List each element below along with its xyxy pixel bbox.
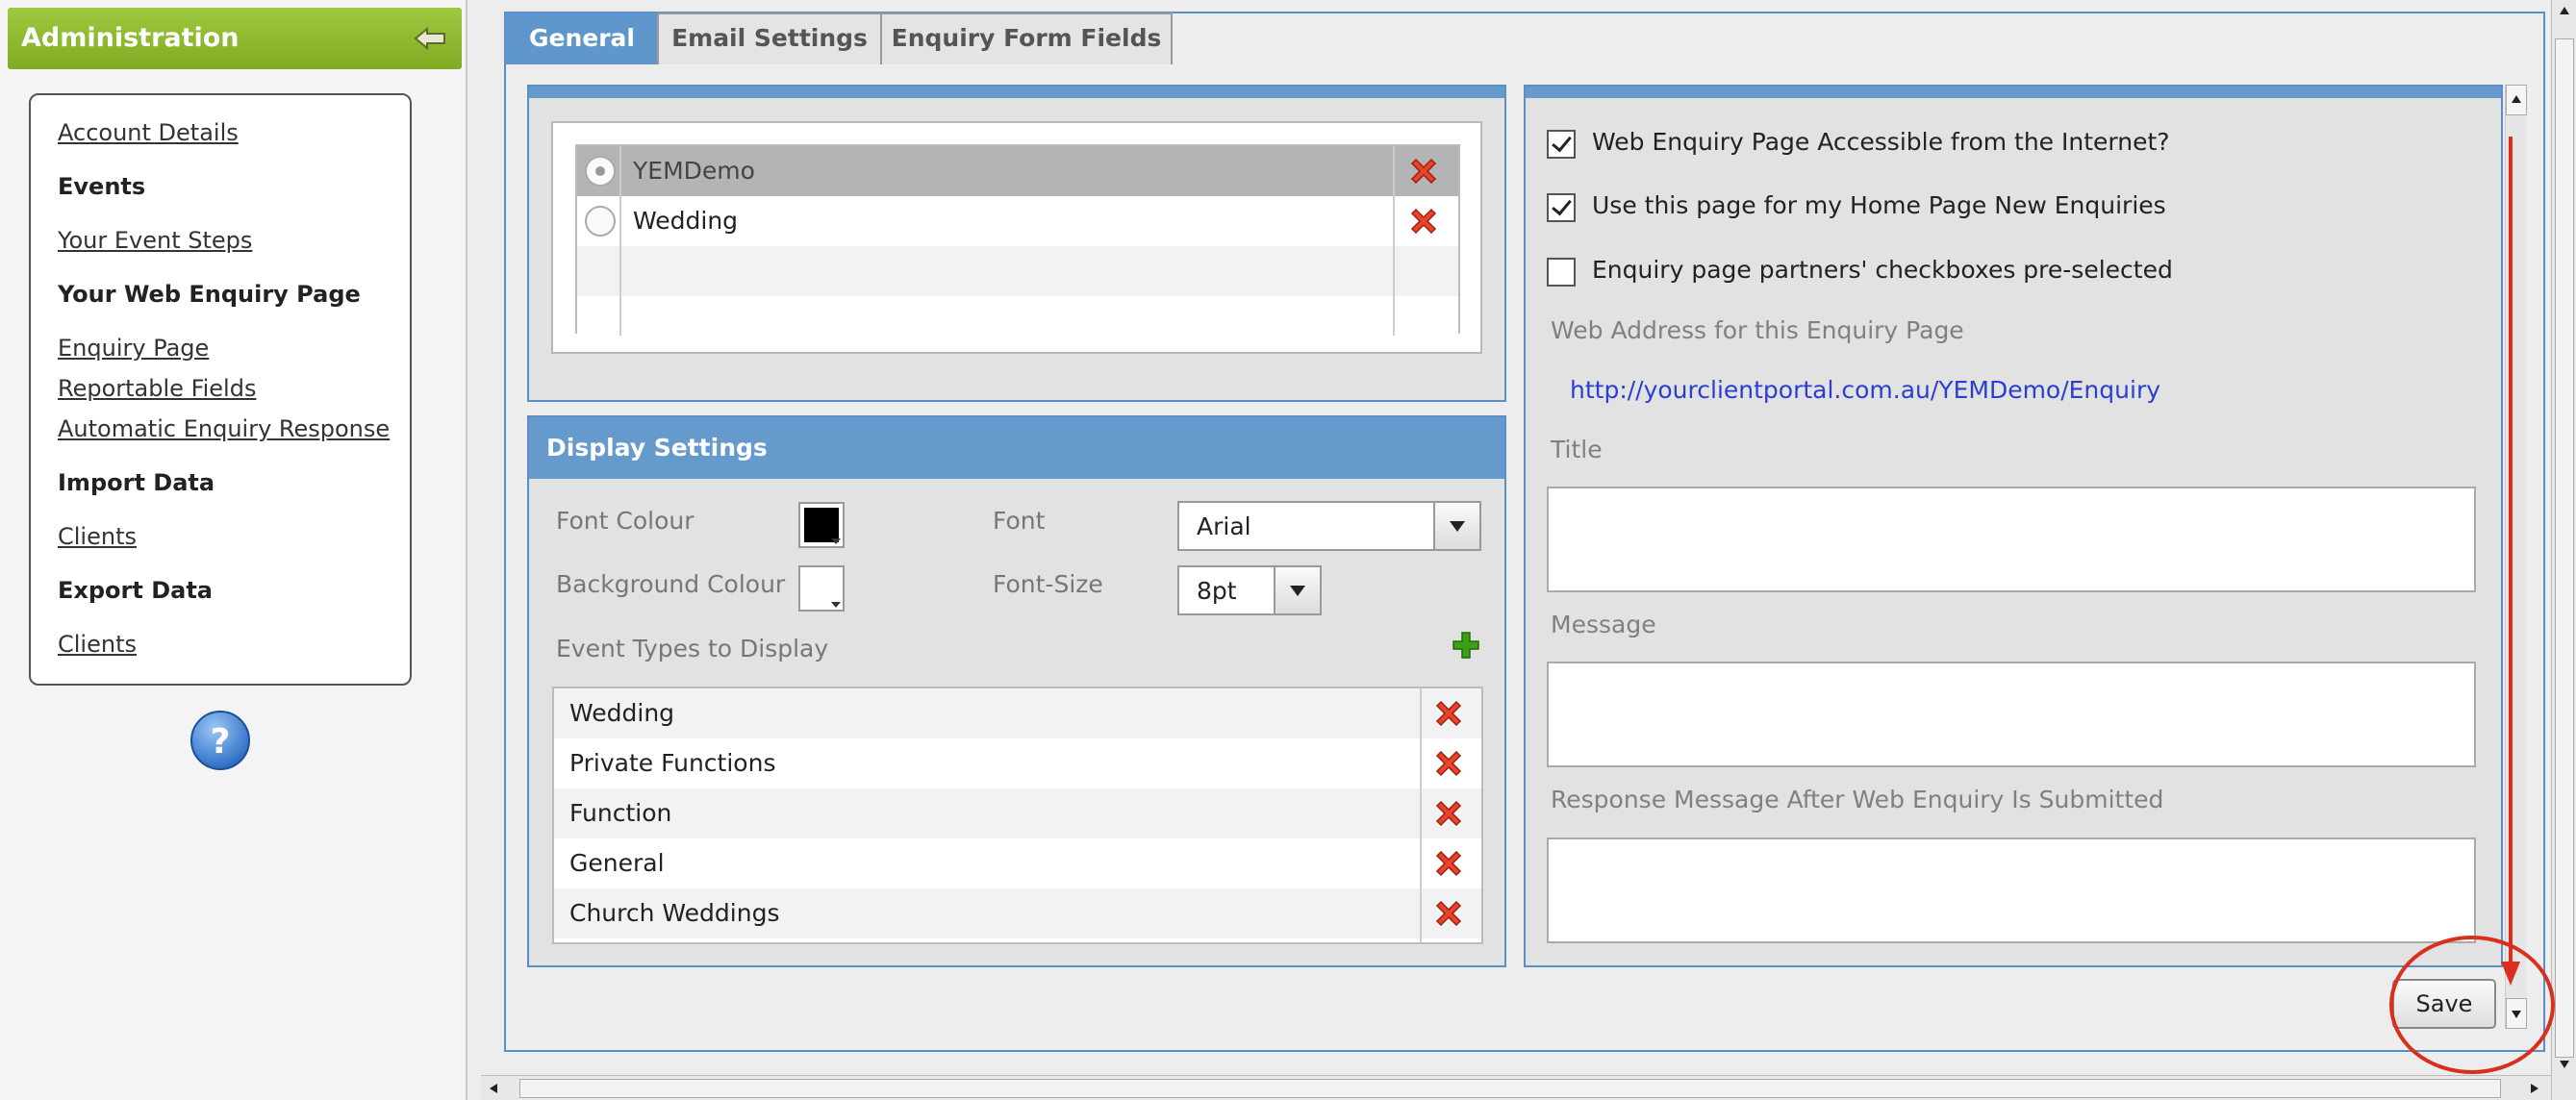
home-page-label: Use this page for my Home Page New Enqui… bbox=[1592, 191, 2166, 219]
font-select[interactable]: Arial bbox=[1177, 501, 1481, 551]
delete-x-icon[interactable] bbox=[1431, 696, 1466, 731]
home-page-checkbox[interactable] bbox=[1547, 193, 1576, 222]
dropdown-caret-icon bbox=[831, 538, 841, 544]
font-size-select[interactable]: 8pt bbox=[1177, 565, 1322, 615]
nav-reportable-fields[interactable]: Reportable Fields bbox=[58, 375, 256, 402]
page-horizontal-scrollbar[interactable] bbox=[481, 1075, 2551, 1100]
message-label: Message bbox=[1551, 611, 1656, 638]
web-address-label: Web Address for this Enquiry Page bbox=[1551, 316, 1964, 344]
event-type-row: Wedding bbox=[554, 688, 1481, 738]
partners-checkbox[interactable] bbox=[1547, 258, 1576, 287]
display-settings-header: Display Settings bbox=[529, 417, 1504, 479]
scroll-thumb[interactable] bbox=[519, 1079, 2501, 1098]
panel-header-bar bbox=[1526, 87, 2501, 98]
nav-heading-events: Events bbox=[58, 173, 146, 200]
down-triangle-icon[interactable] bbox=[2559, 1060, 2570, 1069]
event-type-label: General bbox=[569, 849, 665, 877]
nav-automatic-enquiry-response[interactable]: Automatic Enquiry Response bbox=[58, 415, 390, 442]
admin-nav: Account Details Events Your Event Steps … bbox=[29, 93, 412, 686]
delete-x-icon[interactable] bbox=[1406, 204, 1441, 238]
background-colour-label: Background Colour bbox=[556, 570, 786, 598]
column-divider bbox=[619, 146, 621, 336]
help-question-icon[interactable]: ? bbox=[189, 709, 252, 772]
font-colour-picker[interactable] bbox=[798, 502, 845, 548]
font-colour-label: Font Colour bbox=[556, 507, 695, 535]
nav-export-clients[interactable]: Clients bbox=[58, 631, 137, 658]
annotation-arrow-circle bbox=[2389, 137, 2555, 1074]
enquiry-page-row-selected[interactable]: YEMDemo bbox=[577, 146, 1458, 196]
empty-row bbox=[577, 246, 1458, 296]
event-type-row: Function bbox=[554, 788, 1481, 838]
dropdown-arrow-icon[interactable] bbox=[1433, 503, 1479, 549]
delete-x-icon[interactable] bbox=[1431, 896, 1466, 931]
font-size-label: Font-Size bbox=[993, 570, 1103, 598]
tab-general[interactable]: General bbox=[505, 12, 659, 64]
column-divider bbox=[1420, 688, 1422, 942]
enquiry-pages-table: YEMDemo Wedding bbox=[575, 144, 1460, 336]
left-triangle-icon[interactable] bbox=[489, 1083, 498, 1094]
nav-heading-web-enquiry-page: Your Web Enquiry Page bbox=[58, 281, 361, 308]
event-type-label: Wedding bbox=[569, 699, 675, 727]
enquiry-page-label: Wedding bbox=[633, 207, 739, 235]
event-type-row: General bbox=[554, 838, 1481, 888]
event-types-table: Wedding Private Functions Function Gener… bbox=[552, 687, 1483, 944]
up-triangle-icon[interactable] bbox=[2559, 6, 2570, 15]
event-type-label: Function bbox=[569, 799, 672, 827]
delete-x-icon[interactable] bbox=[1431, 746, 1466, 781]
event-type-label: Church Weddings bbox=[569, 899, 780, 927]
delete-x-icon[interactable] bbox=[1431, 796, 1466, 831]
panel-header-bar bbox=[529, 87, 1504, 98]
nav-your-event-steps[interactable]: Your Event Steps bbox=[58, 227, 252, 254]
sidebar: Administration Account Details Events Yo… bbox=[0, 0, 467, 1100]
delete-x-icon[interactable] bbox=[1431, 846, 1466, 881]
font-label: Font bbox=[993, 507, 1046, 535]
title-label: Title bbox=[1551, 436, 1603, 463]
enquiry-pages-list: YEMDemo Wedding bbox=[551, 121, 1482, 354]
tab-email-settings[interactable]: Email Settings bbox=[657, 12, 882, 64]
admin-title: Administration bbox=[21, 23, 240, 53]
dropdown-caret-icon bbox=[831, 602, 841, 608]
nav-import-clients[interactable]: Clients bbox=[58, 523, 137, 550]
enquiry-page-label: YEMDemo bbox=[633, 157, 755, 185]
column-divider bbox=[1393, 146, 1395, 336]
delete-x-icon[interactable] bbox=[1406, 154, 1441, 188]
event-type-label: Private Functions bbox=[569, 749, 776, 777]
svg-text:?: ? bbox=[211, 722, 231, 762]
font-size-value: 8pt bbox=[1197, 577, 1237, 605]
add-plus-icon[interactable] bbox=[1451, 630, 1481, 661]
event-type-row: Church Weddings bbox=[554, 888, 1481, 938]
nav-enquiry-page[interactable]: Enquiry Page bbox=[58, 335, 209, 362]
empty-row bbox=[577, 296, 1458, 336]
nav-account-details[interactable]: Account Details bbox=[58, 119, 239, 146]
nav-heading-export-data: Export Data bbox=[58, 577, 213, 604]
font-value: Arial bbox=[1197, 512, 1251, 540]
enquiry-page-row[interactable]: Wedding bbox=[577, 196, 1458, 246]
accessible-checkbox[interactable] bbox=[1547, 130, 1576, 159]
tab-enquiry-form-fields[interactable]: Enquiry Form Fields bbox=[880, 12, 1173, 64]
radio-button[interactable] bbox=[585, 206, 616, 237]
response-message-label: Response Message After Web Enquiry Is Su… bbox=[1551, 786, 2164, 813]
radio-button[interactable] bbox=[585, 156, 616, 187]
dropdown-arrow-icon[interactable] bbox=[1274, 567, 1320, 613]
web-address-link[interactable]: http://yourclientportal.com.au/YEMDemo/E… bbox=[1570, 376, 2160, 404]
accessible-label: Web Enquiry Page Accessible from the Int… bbox=[1592, 128, 2170, 156]
event-types-label: Event Types to Display bbox=[556, 635, 829, 662]
collapse-arrow-icon[interactable] bbox=[414, 25, 446, 52]
admin-header: Administration bbox=[8, 8, 462, 69]
partners-label: Enquiry page partners' checkboxes pre-se… bbox=[1592, 256, 2173, 284]
up-triangle-icon bbox=[2512, 95, 2521, 103]
event-type-row: Private Functions bbox=[554, 738, 1481, 788]
background-colour-picker[interactable] bbox=[798, 565, 845, 612]
nav-heading-import-data: Import Data bbox=[58, 469, 215, 496]
